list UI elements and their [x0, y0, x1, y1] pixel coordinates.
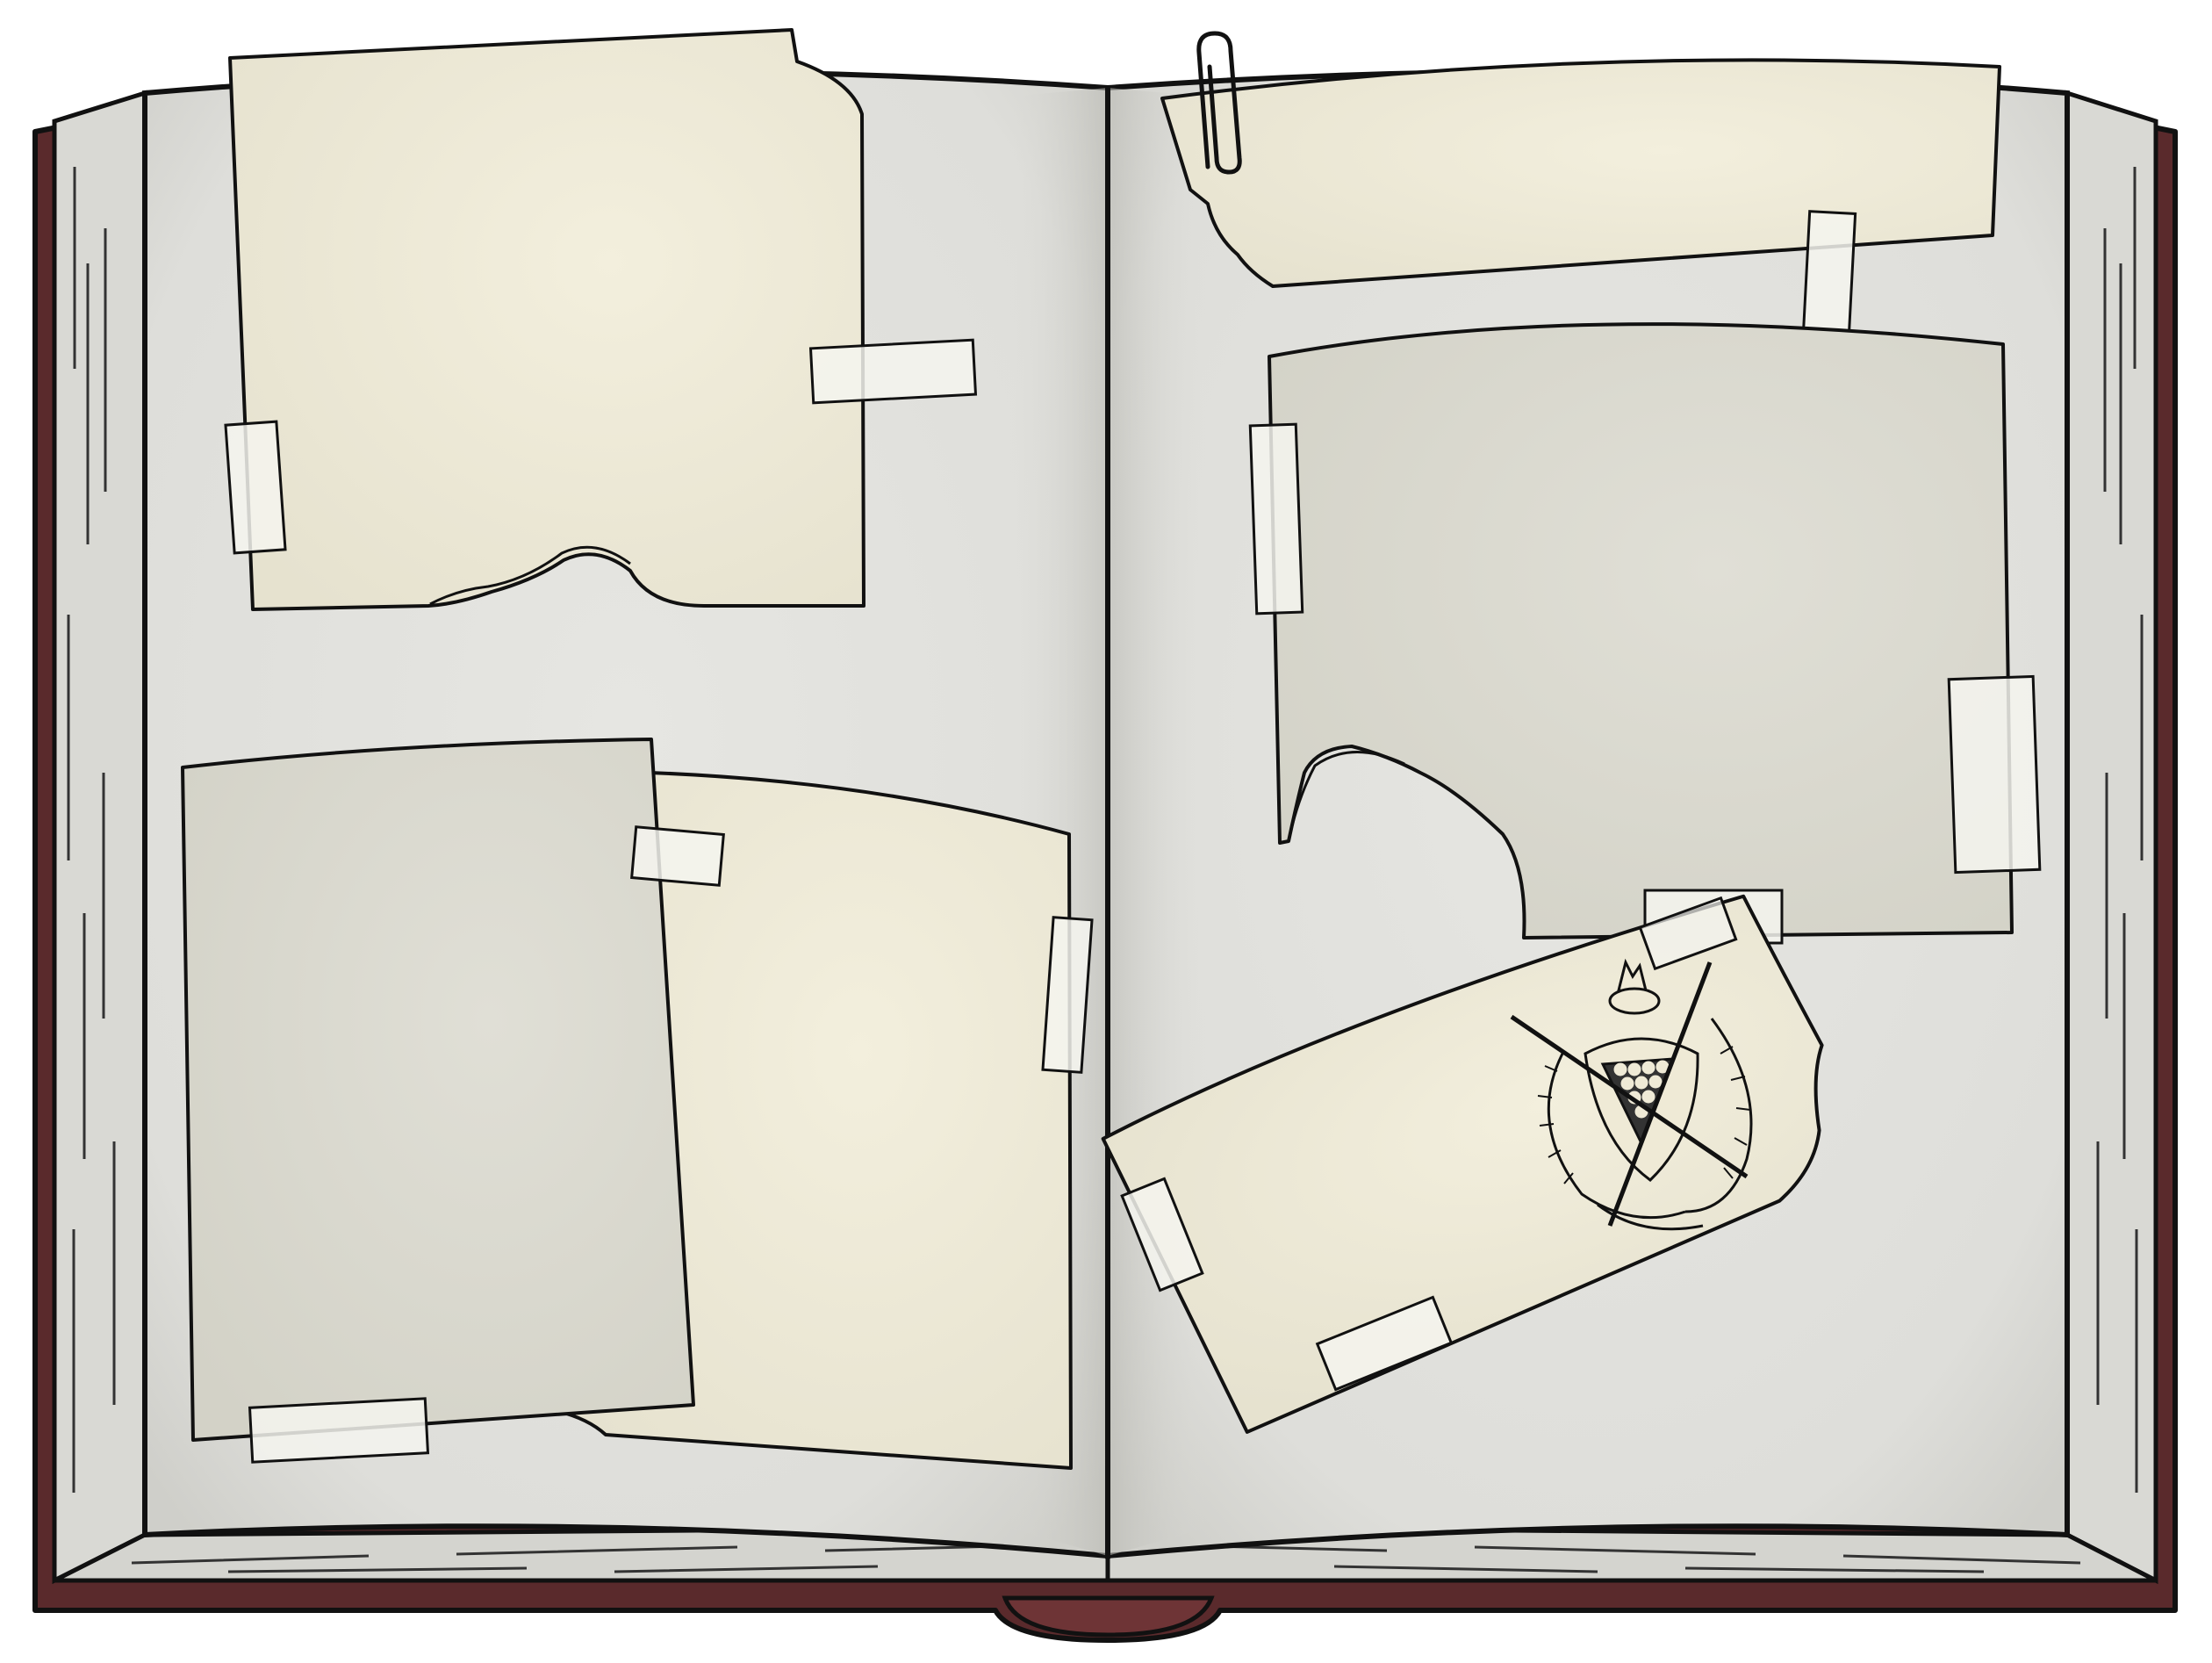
paper-bottom-left-front[interactable]: [181, 738, 695, 1442]
scrapbook-scene: [0, 0, 2212, 1663]
paper-top-left[interactable]: [228, 28, 865, 611]
tape-top-left-left: [224, 420, 287, 555]
tape-middle-right-right: [1947, 674, 2042, 875]
tape-top-strip: [1801, 210, 1857, 338]
tape-bottom-left-bottom: [248, 1397, 430, 1464]
tape-bottom-left-top: [630, 825, 725, 887]
spine-shadow-right: [1108, 88, 1206, 1556]
tape-top-left-right: [808, 338, 978, 405]
scrapbook-illustration: [32, 28, 2178, 1643]
tape-middle-right-left: [1248, 422, 1304, 616]
